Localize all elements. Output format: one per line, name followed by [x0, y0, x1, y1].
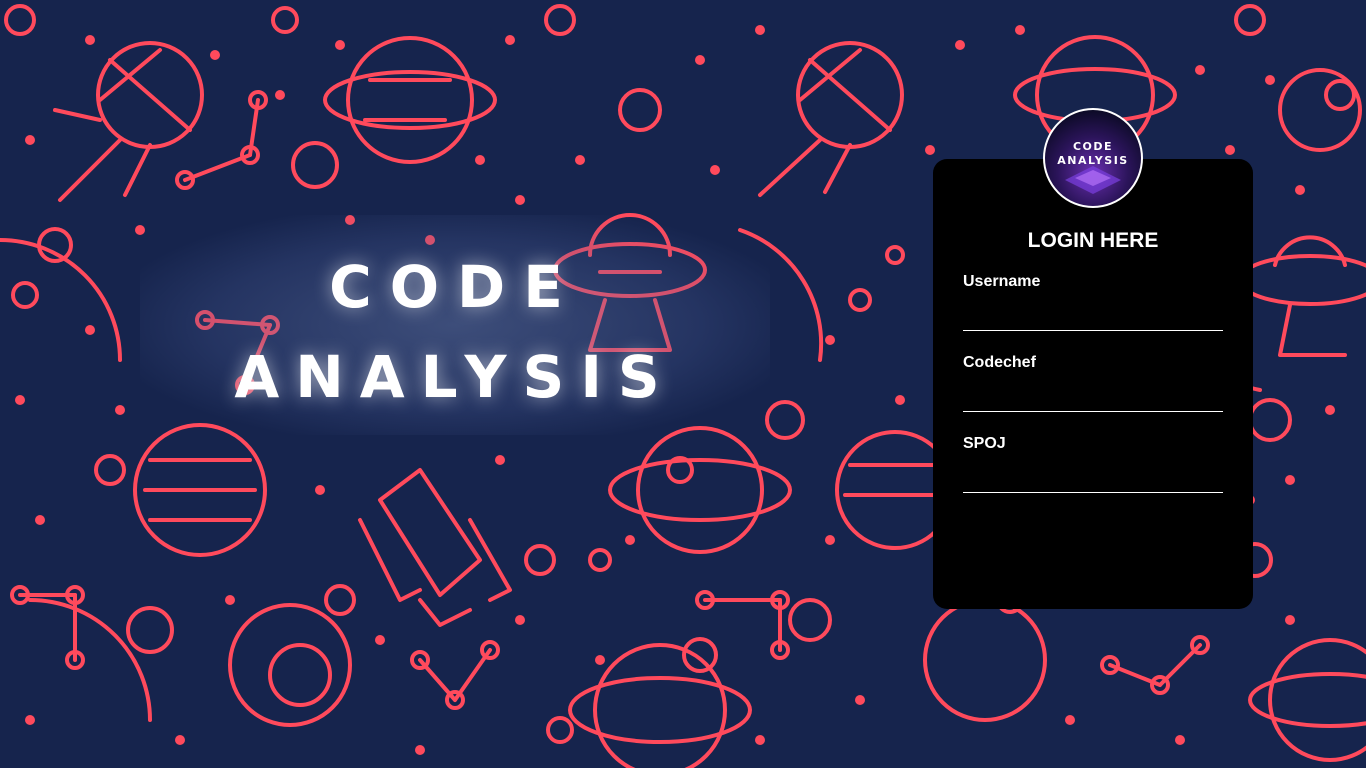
constellation-icon [695, 590, 790, 660]
ufo-icon [1238, 235, 1366, 357]
username-input[interactable] [963, 295, 1223, 331]
constellation-icon [1100, 635, 1210, 695]
codechef-field: Codechef [963, 354, 1223, 412]
brand-title-line1: CODE [329, 253, 581, 321]
planet-icon [323, 36, 497, 164]
codechef-label: Codechef [963, 354, 1036, 371]
planet-icon [608, 426, 792, 554]
code-analysis-logo: CODE ANALYSIS [1043, 108, 1143, 208]
logo-text-line1: CODE [1072, 140, 1114, 153]
login-title: LOGIN HERE [1027, 229, 1159, 252]
constellation-icon [410, 640, 500, 710]
codechef-input[interactable] [963, 376, 1223, 412]
brand-title-line2: ANALYSIS [234, 343, 676, 411]
logo-text-line2: ANALYSIS [1057, 154, 1129, 167]
constellation-icon [10, 585, 85, 670]
planet-icon [228, 584, 356, 727]
planet-icon [133, 423, 267, 557]
planet-icon [1248, 638, 1366, 762]
spoj-field: SPOJ [963, 435, 1223, 493]
spoj-input[interactable] [963, 457, 1223, 493]
rocket-icon [358, 468, 512, 627]
login-page: CODE ANALYSIS LOGIN HERE Username Codech… [0, 0, 1366, 768]
spoj-label: SPOJ [963, 435, 1006, 452]
login-card: LOGIN HERE Username Codechef SPOJ [933, 159, 1253, 609]
satellite-icon [758, 41, 904, 197]
constellation-icon [175, 90, 268, 190]
username-field: Username [963, 273, 1223, 331]
brand-title-block: CODE ANALYSIS [140, 215, 770, 435]
username-label: Username [963, 273, 1041, 290]
planet-icon [1278, 68, 1362, 152]
